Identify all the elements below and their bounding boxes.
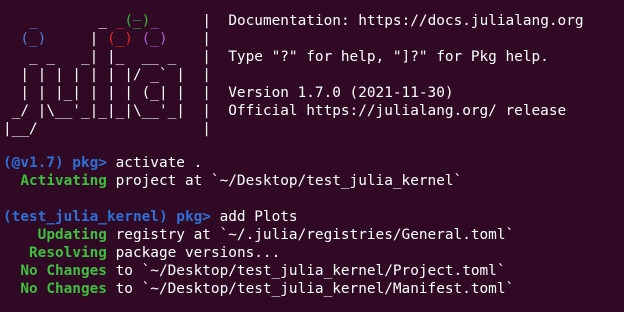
banner-line-2: (_) | (_) (_) |: [3, 31, 211, 47]
output-text: to `~/Desktop/test_julia_kernel/Project.…: [106, 263, 506, 279]
banner-line-5: | | |_| | | | (_| | | Version 1.7.0 (202…: [3, 85, 454, 101]
status-label: No Changes: [20, 263, 107, 279]
status-label: No Changes: [20, 281, 107, 297]
output-text: to `~/Desktop/test_julia_kernel/Manifest…: [106, 281, 515, 297]
output-line-5: No Changes to `~/Desktop/test_julia_kern…: [3, 280, 514, 298]
banner-help: Type "?" for help, "]?" for Pkg help.: [228, 49, 549, 65]
output-text: package versions...: [106, 245, 281, 261]
command-text: activate .: [106, 155, 203, 171]
banner-line-4: | | | | | | |/ _` | |: [3, 67, 211, 83]
banner-documentation: Documentation: https://docs.julialang.or…: [228, 13, 584, 29]
prompt-line-1: (@v1.7) pkg> activate .: [3, 154, 202, 172]
output-line-1: Activating project at `~/Desktop/test_ju…: [3, 172, 462, 190]
banner-line-1: _ _ _(_)_ | Documentation: https://docs.…: [29, 13, 584, 29]
command-text: add Plots: [210, 209, 298, 225]
output-text: registry at `~/.julia/registries/General…: [106, 227, 515, 243]
prompt-line-2: (test_julia_kernel) pkg> add Plots: [3, 208, 298, 226]
prompt-label: (test_julia_kernel) pkg>: [3, 209, 211, 225]
status-label: Updating: [37, 227, 107, 243]
banner-version: Version 1.7.0 (2021-11-30): [228, 85, 454, 101]
banner-line-7: |__/ |: [3, 121, 211, 137]
output-text: project at `~/Desktop/test_julia_kernel`: [106, 173, 463, 189]
terminal-window[interactable]: _ _ _ _(_)_ | Documentation: https://doc…: [0, 0, 624, 312]
banner-line-6: _/ |\__'_|_|_|\__'_| | Official https://…: [3, 103, 567, 119]
output-line-3: Resolving package versions...: [3, 244, 280, 262]
banner-official: Official https://julialang.org/ release: [228, 103, 567, 119]
banner-line-3: _ _ _| |_ __ _ | Type "?" for help, "]?"…: [3, 49, 549, 65]
status-label: Resolving: [29, 245, 107, 261]
output-line-2: Updating registry at `~/.julia/registrie…: [3, 226, 515, 244]
status-label: Activating: [20, 173, 107, 189]
prompt-label: (@v1.7) pkg>: [3, 155, 107, 171]
output-line-4: No Changes to `~/Desktop/test_julia_kern…: [3, 262, 506, 280]
